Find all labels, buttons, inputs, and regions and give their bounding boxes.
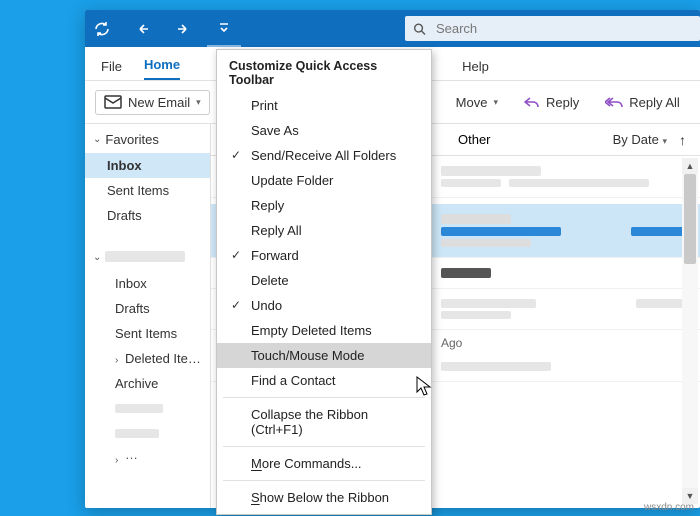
new-email-label: New Email — [128, 95, 190, 110]
search-box[interactable] — [405, 16, 700, 41]
scroll-up-button[interactable]: ▲ — [682, 158, 698, 174]
watermark: wsxdn.com — [644, 502, 694, 513]
folder-inbox[interactable]: Inbox — [85, 271, 210, 296]
menu-item-empty-deleted[interactable]: Empty Deleted Items — [217, 318, 431, 343]
mouse-cursor-icon — [416, 376, 432, 398]
scroll-track[interactable] — [682, 174, 698, 488]
reply-button[interactable]: Reply — [517, 90, 586, 115]
chevron-right-icon: › — [115, 455, 125, 466]
favorites-header[interactable]: ⌄ Favorites — [85, 124, 210, 153]
mail-icon — [104, 95, 122, 109]
tab-file[interactable]: File — [101, 51, 122, 80]
sort-asc-icon[interactable]: ↑ — [679, 132, 686, 148]
reply-icon — [524, 95, 540, 109]
qat-redo-button[interactable] — [163, 10, 197, 47]
folder-nav: ⌄ Favorites Inbox Sent Items Drafts ⌄ In… — [85, 124, 211, 508]
folder-drafts[interactable]: Drafts — [85, 296, 210, 321]
chevron-down-icon: ▾ — [662, 136, 667, 146]
menu-separator — [223, 446, 425, 447]
check-icon: ✓ — [231, 148, 241, 162]
menu-item-update-folder[interactable]: Update Folder — [217, 168, 431, 193]
qat-undo-button[interactable] — [129, 10, 163, 47]
menu-item-collapse-ribbon[interactable]: Collapse the Ribbon (Ctrl+F1) — [217, 402, 431, 442]
chevron-down-icon: ▾ — [493, 97, 498, 108]
reply-label: Reply — [546, 95, 579, 110]
menu-item-reply-all[interactable]: Reply All — [217, 218, 431, 243]
folder-blur-3[interactable]: › — [85, 446, 210, 471]
move-label: Move — [456, 95, 488, 110]
tab-other[interactable]: Other — [458, 128, 491, 151]
fav-inbox[interactable]: Inbox — [85, 153, 210, 178]
menu-item-forward[interactable]: ✓Forward — [217, 243, 431, 268]
reply-all-button[interactable]: Reply All — [598, 90, 687, 115]
chevron-down-icon: ⌄ — [93, 252, 101, 263]
menu-title: Customize Quick Access Toolbar — [217, 50, 431, 93]
new-email-button[interactable]: New Email ▾ — [95, 90, 210, 115]
chevron-down-icon: ▾ — [196, 97, 201, 108]
reply-all-icon — [605, 95, 623, 109]
menu-item-save-as[interactable]: Save As — [217, 118, 431, 143]
fav-sent[interactable]: Sent Items — [85, 178, 210, 203]
reply-all-label: Reply All — [629, 95, 680, 110]
group-header: Ago — [441, 336, 462, 350]
menu-item-more-commands[interactable]: More Commands... — [217, 451, 431, 476]
move-button[interactable]: Move ▾ — [449, 90, 505, 115]
folder-sent[interactable]: Sent Items — [85, 321, 210, 346]
search-input[interactable] — [434, 20, 692, 37]
folder-blur-1[interactable] — [85, 396, 210, 421]
chevron-down-icon: ⌄ — [93, 134, 101, 145]
folder-blur-2[interactable] — [85, 421, 210, 446]
search-icon — [413, 22, 426, 36]
title-bar — [85, 10, 700, 47]
menu-item-print[interactable]: Print — [217, 93, 431, 118]
qat-customize-button[interactable] — [207, 10, 241, 47]
account-header[interactable]: ⌄ — [85, 242, 210, 271]
menu-item-reply[interactable]: Reply — [217, 193, 431, 218]
chevron-right-icon: › — [115, 355, 125, 366]
menu-separator — [223, 480, 425, 481]
tab-home[interactable]: Home — [144, 49, 180, 80]
tab-help[interactable]: Help — [462, 51, 489, 80]
menu-item-send-receive[interactable]: ✓Send/Receive All Folders — [217, 143, 431, 168]
menu-separator — [223, 397, 425, 398]
sort-by-date[interactable]: By Date ▾ — [613, 132, 667, 147]
qat-send-receive-button[interactable] — [85, 10, 119, 47]
scroll-thumb[interactable] — [684, 174, 696, 264]
check-icon: ✓ — [231, 298, 241, 312]
menu-item-delete[interactable]: Delete — [217, 268, 431, 293]
folder-archive[interactable]: Archive — [85, 371, 210, 396]
menu-item-touch-mouse[interactable]: Touch/Mouse Mode — [217, 343, 431, 368]
menu-item-undo[interactable]: ✓Undo — [217, 293, 431, 318]
qat-customize-menu: Customize Quick Access Toolbar Print Sav… — [216, 49, 432, 515]
folder-deleted[interactable]: ›Deleted Items — [85, 346, 210, 371]
menu-item-find-contact[interactable]: Find a Contact — [217, 368, 431, 393]
menu-item-show-below[interactable]: Show Below the Ribbon — [217, 485, 431, 510]
check-icon: ✓ — [231, 248, 241, 262]
scrollbar[interactable]: ▲ ▼ — [682, 158, 698, 504]
favorites-label: Favorites — [105, 132, 158, 147]
fav-drafts[interactable]: Drafts — [85, 203, 210, 228]
